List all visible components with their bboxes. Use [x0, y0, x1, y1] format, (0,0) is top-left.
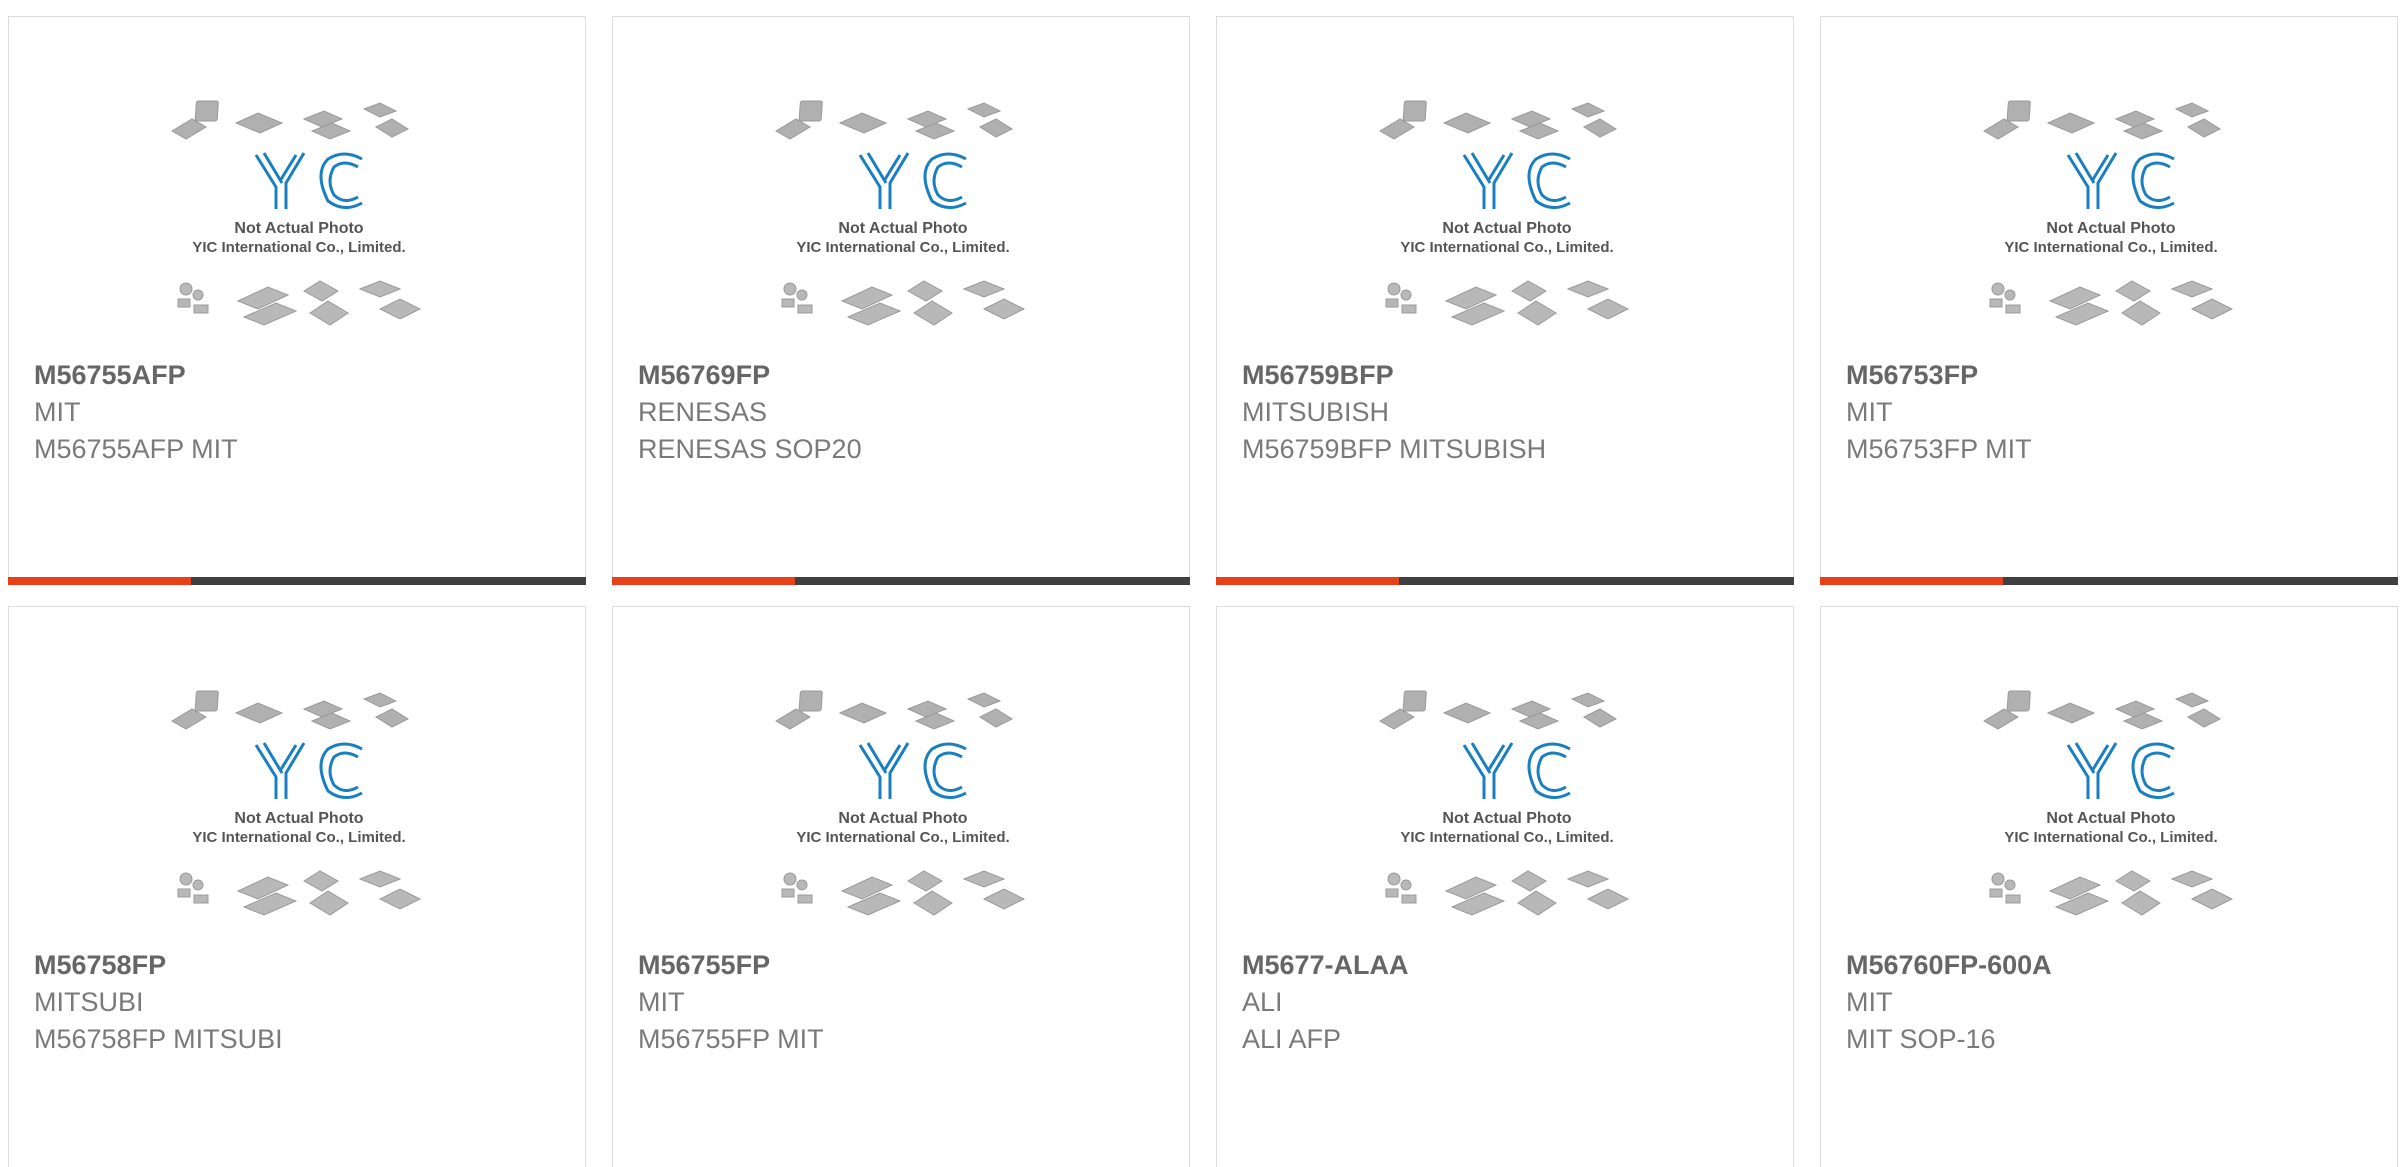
card-bottom-bar: [1216, 577, 1794, 585]
chip-packages-bottom-icon: [1385, 280, 1630, 326]
yic-logo-icon: [254, 742, 363, 799]
product-image-placeholder[interactable]: Not Actual Photo YIC International Co., …: [164, 93, 434, 349]
product-image-placeholder[interactable]: Not Actual Photo YIC International Co., …: [1976, 93, 2246, 349]
product-image-placeholder[interactable]: Not Actual Photo YIC International Co., …: [164, 683, 434, 939]
not-actual-photo-text: Not Actual Photo: [234, 810, 363, 827]
brand-name: MITSUBI: [34, 987, 144, 1017]
chip-packages-bottom-icon: [781, 870, 1026, 916]
product-image-placeholder[interactable]: Not Actual Photo YIC International Co., …: [768, 683, 1038, 939]
company-watermark-text: YIC International Co., Limited.: [1400, 829, 1613, 846]
part-number[interactable]: M56759BFP: [1242, 357, 1773, 394]
product-info: M56769FP RENESAS RENESAS SOP20: [638, 357, 1169, 468]
product-card[interactable]: Not Actual Photo YIC International Co., …: [612, 16, 1190, 585]
product-card[interactable]: Not Actual Photo YIC International Co., …: [1820, 16, 2398, 585]
product-card[interactable]: Not Actual Photo YIC International Co., …: [612, 606, 1190, 1167]
company-watermark-text: YIC International Co., Limited.: [2004, 829, 2217, 846]
product-info: M56759BFP MITSUBISH M56759BFP MITSUBISH: [1242, 357, 1773, 468]
product-info: M5677-ALAA ALI ALI AFP: [1242, 947, 1773, 1058]
chip-packages-bottom-icon: [1989, 280, 2234, 326]
product-card[interactable]: Not Actual Photo YIC International Co., …: [8, 16, 586, 585]
card-accent-bar: [612, 577, 795, 585]
product-description: M56759BFP MITSUBISH: [1242, 434, 1547, 464]
card-bottom-bar: [1820, 577, 2398, 585]
product-info: M56755AFP MIT M56755AFP MIT: [34, 357, 565, 468]
not-actual-photo-text: Not Actual Photo: [838, 810, 967, 827]
chip-packages-bottom-icon: [177, 280, 422, 326]
brand-name: MIT: [638, 987, 685, 1017]
chip-packages-top-icon: [171, 100, 410, 140]
chip-packages-bottom-icon: [781, 280, 1026, 326]
brand-name: RENESAS: [638, 397, 768, 427]
chip-packages-top-icon: [1983, 690, 2222, 730]
product-card[interactable]: Not Actual Photo YIC International Co., …: [1820, 606, 2398, 1167]
product-description: M56755AFP MIT: [34, 434, 238, 464]
chip-packages-top-icon: [775, 690, 1014, 730]
card-bottom-bar: [612, 577, 1190, 585]
part-number[interactable]: M56753FP: [1846, 357, 2377, 394]
chip-packages-top-icon: [1379, 100, 1618, 140]
part-number[interactable]: M56758FP: [34, 947, 565, 984]
product-info: M56758FP MITSUBI M56758FP MITSUBI: [34, 947, 565, 1058]
company-watermark-text: YIC International Co., Limited.: [1400, 239, 1613, 256]
part-number[interactable]: M56769FP: [638, 357, 1169, 394]
product-card[interactable]: Not Actual Photo YIC International Co., …: [8, 606, 586, 1167]
part-number[interactable]: M56755AFP: [34, 357, 565, 394]
product-info: M56760FP-600A MIT MIT SOP-16: [1846, 947, 2377, 1058]
part-number[interactable]: M56755FP: [638, 947, 1169, 984]
product-info: M56755FP MIT M56755FP MIT: [638, 947, 1169, 1058]
company-watermark-text: YIC International Co., Limited.: [2004, 239, 2217, 256]
chip-packages-bottom-icon: [1989, 870, 2234, 916]
chip-packages-top-icon: [1983, 100, 2222, 140]
not-actual-photo-text: Not Actual Photo: [1442, 810, 1571, 827]
yic-logo-icon: [858, 742, 967, 799]
company-watermark-text: YIC International Co., Limited.: [796, 239, 1009, 256]
company-watermark-text: YIC International Co., Limited.: [796, 829, 1009, 846]
product-image-placeholder[interactable]: Not Actual Photo YIC International Co., …: [1976, 683, 2246, 939]
brand-name: ALI: [1242, 987, 1283, 1017]
not-actual-photo-text: Not Actual Photo: [838, 220, 967, 237]
chip-packages-top-icon: [775, 100, 1014, 140]
yic-logo-icon: [2066, 152, 2175, 209]
product-grid: Not Actual Photo YIC International Co., …: [0, 0, 2400, 1167]
product-description: MIT SOP-16: [1846, 1024, 1996, 1054]
not-actual-photo-text: Not Actual Photo: [234, 220, 363, 237]
yic-logo-icon: [1462, 152, 1571, 209]
product-card[interactable]: Not Actual Photo YIC International Co., …: [1216, 606, 1794, 1167]
part-number[interactable]: M5677-ALAA: [1242, 947, 1773, 984]
brand-name: MITSUBISH: [1242, 397, 1390, 427]
product-description: ALI AFP: [1242, 1024, 1342, 1054]
yic-logo-icon: [858, 152, 967, 209]
not-actual-photo-text: Not Actual Photo: [1442, 220, 1571, 237]
card-accent-bar: [8, 577, 191, 585]
chip-packages-top-icon: [1379, 690, 1618, 730]
yic-logo-icon: [1462, 742, 1571, 799]
brand-name: MIT: [1846, 397, 1893, 427]
chip-packages-top-icon: [171, 690, 410, 730]
product-description: M56753FP MIT: [1846, 434, 2032, 464]
product-image-placeholder[interactable]: Not Actual Photo YIC International Co., …: [768, 93, 1038, 349]
card-accent-bar: [1216, 577, 1399, 585]
company-watermark-text: YIC International Co., Limited.: [192, 239, 405, 256]
product-image-placeholder[interactable]: Not Actual Photo YIC International Co., …: [1372, 93, 1642, 349]
product-description: M56758FP MITSUBI: [34, 1024, 283, 1054]
product-image-placeholder[interactable]: Not Actual Photo YIC International Co., …: [1372, 683, 1642, 939]
card-bottom-bar: [8, 577, 586, 585]
card-accent-bar: [1820, 577, 2003, 585]
product-description: M56755FP MIT: [638, 1024, 824, 1054]
brand-name: MIT: [1846, 987, 1893, 1017]
part-number[interactable]: M56760FP-600A: [1846, 947, 2377, 984]
brand-name: MIT: [34, 397, 81, 427]
product-info: M56753FP MIT M56753FP MIT: [1846, 357, 2377, 468]
product-description: RENESAS SOP20: [638, 434, 862, 464]
product-card[interactable]: Not Actual Photo YIC International Co., …: [1216, 16, 1794, 585]
yic-logo-icon: [254, 152, 363, 209]
not-actual-photo-text: Not Actual Photo: [2046, 810, 2175, 827]
chip-packages-bottom-icon: [1385, 870, 1630, 916]
not-actual-photo-text: Not Actual Photo: [2046, 220, 2175, 237]
yic-logo-icon: [2066, 742, 2175, 799]
company-watermark-text: YIC International Co., Limited.: [192, 829, 405, 846]
chip-packages-bottom-icon: [177, 870, 422, 916]
